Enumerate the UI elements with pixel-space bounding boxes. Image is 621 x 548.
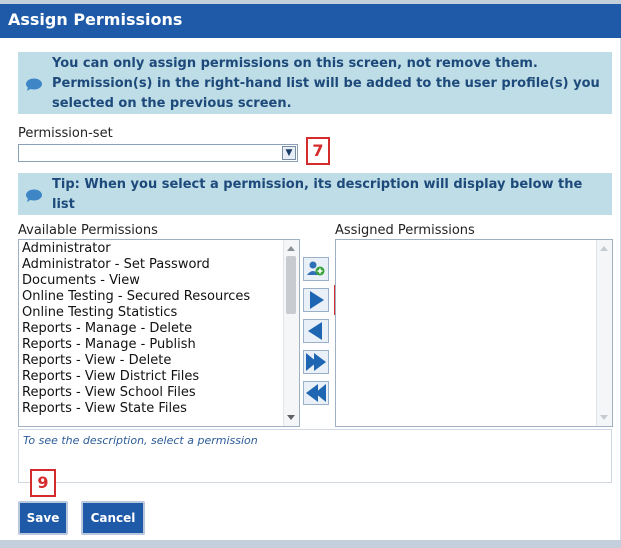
available-scrollbar[interactable]	[283, 240, 299, 426]
available-permission-item[interactable]: Reports - View - Delete	[19, 353, 299, 369]
available-permissions-label: Available Permissions	[18, 223, 158, 238]
available-permission-item[interactable]: Administrator - Set Password	[19, 257, 299, 273]
available-permission-item[interactable]: Reports - View School Files	[19, 385, 299, 401]
available-permission-item[interactable]: Documents - View	[19, 273, 299, 289]
assign-permissions-dialog: Assign Permissions You can only assign p…	[0, 0, 621, 548]
available-permissions-list[interactable]: Administrator Administrator - Set Passwor…	[18, 239, 300, 427]
chevron-down-icon[interactable]: ▼	[282, 146, 296, 160]
remove-selected-button[interactable]	[303, 319, 329, 343]
arrow-right-icon	[303, 288, 329, 312]
double-arrow-right-icon	[303, 350, 329, 374]
people-add-icon	[303, 257, 329, 281]
available-permission-item[interactable]: Reports - View District Files	[19, 369, 299, 385]
permission-description-area: To see the description, select a permiss…	[18, 429, 612, 483]
permission-set-select[interactable]: ▼	[18, 144, 298, 162]
description-placeholder: To see the description, select a permiss…	[23, 434, 258, 447]
scroll-thumb[interactable]	[286, 256, 296, 314]
arrow-left-icon	[303, 319, 329, 343]
dialog-title-bar: Assign Permissions	[0, 0, 621, 38]
add-with-description-button[interactable]	[303, 257, 329, 281]
tip-message-box: Tip: When you select a permission, its d…	[18, 173, 612, 215]
remove-all-button[interactable]	[303, 381, 329, 405]
available-permission-item[interactable]: Online Testing - Secured Resources	[19, 289, 299, 305]
permission-set-label: Permission-set	[18, 126, 113, 141]
scroll-down-icon[interactable]	[600, 415, 608, 420]
available-permission-item[interactable]: Reports - View State Files	[19, 401, 299, 417]
bottom-edge	[0, 540, 621, 548]
info-bubble-icon	[24, 78, 44, 92]
available-permission-item[interactable]: Administrator	[19, 241, 299, 257]
available-permission-item[interactable]: Reports - Manage - Delete	[19, 321, 299, 337]
scroll-up-icon[interactable]	[287, 246, 295, 251]
available-permission-item[interactable]: Reports - Manage - Publish	[19, 337, 299, 353]
dialog-title: Assign Permissions	[8, 10, 183, 29]
assigned-scrollbar[interactable]	[596, 240, 612, 426]
add-all-button[interactable]	[303, 350, 329, 374]
assigned-permissions-list[interactable]	[335, 239, 613, 427]
scroll-down-icon[interactable]	[287, 415, 295, 420]
callout-9: 9	[30, 469, 56, 497]
assigned-permissions-label: Assigned Permissions	[335, 223, 475, 238]
double-arrow-left-icon	[303, 381, 329, 405]
tip-message-text: Tip: When you select a permission, its d…	[52, 177, 583, 212]
cancel-button[interactable]: Cancel	[81, 501, 145, 535]
available-permission-item[interactable]: Online Testing Statistics	[19, 305, 299, 321]
callout-7: 7	[306, 137, 330, 165]
save-button[interactable]: Save	[18, 501, 68, 535]
scroll-up-icon[interactable]	[600, 246, 608, 251]
info-message-box: You can only assign permissions on this …	[18, 52, 612, 114]
available-items: Administrator Administrator - Set Passwor…	[19, 240, 299, 417]
add-selected-button[interactable]	[303, 288, 329, 312]
info-message-text: You can only assign permissions on this …	[52, 56, 600, 111]
tip-bubble-icon	[24, 189, 44, 203]
top-edge	[0, 0, 621, 4]
